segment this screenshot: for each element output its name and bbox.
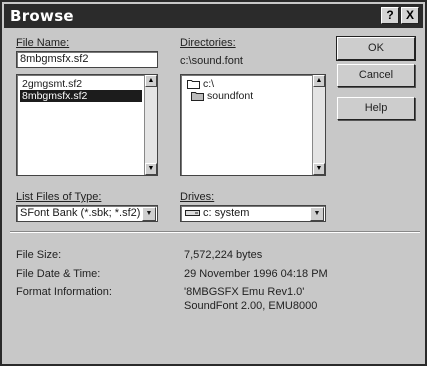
close-icon[interactable]: X bbox=[401, 7, 419, 24]
scroll-up-icon[interactable]: ▲ bbox=[313, 75, 325, 87]
file-list-scrollbar[interactable]: ▲ ▼ bbox=[144, 75, 157, 175]
ok-button[interactable]: OK bbox=[336, 36, 416, 61]
dropdown-arrow-icon[interactable]: ▼ bbox=[310, 207, 324, 221]
drives-select[interactable]: c: system ▼ bbox=[180, 205, 326, 222]
drives-label: Drives: bbox=[180, 191, 215, 203]
title-bar[interactable]: Browse ? X bbox=[4, 4, 423, 28]
file-type-value: SFont Bank (*.sbk; *.sf2) bbox=[20, 207, 141, 219]
file-date-value: 29 November 1996 04:18 PM bbox=[184, 268, 328, 280]
file-type-select[interactable]: SFont Bank (*.sbk; *.sf2) ▼ bbox=[16, 205, 158, 222]
browse-dialog: Browse ? X File Name: 8mbgmsfx.sf2 2gmgs… bbox=[0, 0, 427, 366]
file-size-label: File Size: bbox=[16, 249, 62, 261]
directory-list[interactable]: c:\ soundfont ▲ ▼ bbox=[180, 74, 326, 176]
directory-item-label: soundfont bbox=[207, 90, 254, 102]
drive-icon bbox=[185, 210, 200, 216]
format-info-label: Format Information: bbox=[16, 286, 112, 298]
help-icon[interactable]: ? bbox=[381, 7, 399, 24]
directory-list-scrollbar[interactable]: ▲ ▼ bbox=[312, 75, 325, 175]
separator bbox=[10, 231, 420, 233]
file-date-label: File Date & Time: bbox=[16, 268, 101, 280]
directory-item-root[interactable]: c:\ bbox=[187, 78, 214, 90]
folder-icon bbox=[191, 92, 204, 101]
dropdown-arrow-icon[interactable]: ▼ bbox=[142, 207, 156, 221]
help-button[interactable]: Help bbox=[337, 97, 415, 120]
format-info-line2: SoundFont 2.00, EMU8000 bbox=[184, 300, 318, 312]
directories-label: Directories: bbox=[180, 37, 236, 49]
scroll-down-icon[interactable]: ▼ bbox=[145, 163, 157, 175]
directory-item-soundfont[interactable]: soundfont bbox=[191, 90, 253, 102]
directory-item-label: c:\ bbox=[203, 78, 215, 90]
file-type-label: List Files of Type: bbox=[16, 191, 102, 203]
file-size-value: 7,572,224 bytes bbox=[184, 249, 263, 261]
drives-value: c: system bbox=[203, 207, 250, 219]
list-item[interactable]: 2gmgsmt.sf2 bbox=[20, 78, 84, 90]
scroll-up-icon[interactable]: ▲ bbox=[145, 75, 157, 87]
cancel-button[interactable]: Cancel bbox=[337, 64, 415, 87]
file-list[interactable]: 2gmgsmt.sf2 8mbgmsfx.sf2 ▲ ▼ bbox=[16, 74, 158, 176]
window-title: Browse bbox=[10, 7, 74, 25]
format-info-line1: '8MBGSFX Emu Rev1.0' bbox=[184, 286, 305, 298]
file-name-input[interactable]: 8mbgmsfx.sf2 bbox=[16, 51, 158, 68]
folder-icon bbox=[187, 80, 200, 89]
file-name-label: File Name: bbox=[16, 37, 70, 49]
scroll-down-icon[interactable]: ▼ bbox=[313, 163, 325, 175]
list-item-selected[interactable]: 8mbgmsfx.sf2 bbox=[20, 90, 142, 102]
directory-path: c:\sound.font bbox=[180, 55, 243, 67]
